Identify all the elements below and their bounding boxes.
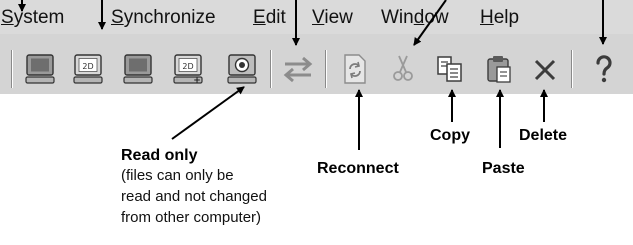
menu-window-pre: Win — [381, 7, 414, 28]
help-button[interactable] — [586, 51, 622, 87]
menu-synchronize[interactable]: Synchronize — [111, 8, 216, 27]
menu-view[interactable]: View — [312, 8, 353, 27]
menu-window-accel: d — [413, 7, 425, 28]
read-only-note-line: read and not changed — [121, 188, 267, 205]
svg-text:2D: 2D — [82, 62, 93, 71]
toolbar-grip[interactable] — [11, 50, 13, 88]
computer-icon — [123, 54, 153, 84]
menu-edit[interactable]: Edit — [253, 8, 286, 27]
menu-window[interactable]: Window — [381, 8, 449, 27]
paste-button[interactable] — [481, 51, 517, 87]
menu-help[interactable]: Help — [480, 8, 519, 27]
menu-synchronize-label: ynchronize — [123, 7, 216, 28]
svg-text:+: + — [193, 76, 201, 86]
menu-system-label: ystem — [13, 7, 65, 28]
svg-text:2D: 2D — [182, 62, 193, 71]
menu-system-accel: S — [1, 7, 14, 28]
computer-icon — [25, 54, 55, 84]
computer-button[interactable] — [22, 51, 58, 87]
menu-window-label: ow — [424, 7, 449, 28]
computer-2d-plus-icon: 2D + — [173, 54, 203, 86]
menu-edit-label: dit — [265, 7, 286, 28]
read-only-note-line: (files can only be — [121, 167, 234, 184]
arrow-read-only — [171, 86, 245, 140]
menu-help-accel: H — [480, 7, 494, 28]
menu-view-accel: V — [312, 7, 325, 28]
read-only-note-line: from other computer) — [121, 209, 262, 226]
paste-icon — [487, 56, 511, 83]
delete-label: Delete — [519, 127, 568, 144]
reconnect-button[interactable] — [336, 51, 372, 87]
menu-synchronize-accel: S — [111, 7, 124, 28]
help-icon — [596, 55, 612, 83]
toolbar-separator — [571, 50, 573, 88]
cut-icon — [393, 55, 413, 81]
menu-help-label: elp — [493, 7, 520, 28]
copy-label: Copy — [430, 127, 470, 144]
toolbar-separator — [270, 50, 272, 88]
delete-button[interactable] — [527, 51, 563, 87]
toolbar-separator — [325, 50, 327, 88]
cut-button[interactable] — [385, 51, 421, 87]
reconnect-label: Reconnect — [317, 160, 399, 177]
computer-2d-button[interactable]: 2D — [70, 51, 106, 87]
synchronize-button[interactable] — [280, 51, 316, 87]
synchronize-arrows-icon — [283, 56, 313, 83]
read-only-note: (files can only be read and not changed … — [121, 165, 267, 228]
computer-2d-plus-button[interactable]: 2D + — [170, 51, 206, 87]
menu-bar: System Synchronize Edit View Window Help — [0, 0, 633, 34]
copy-button[interactable] — [432, 51, 468, 87]
menu-view-label: iew — [324, 7, 353, 28]
read-only-button[interactable] — [224, 51, 260, 87]
menu-edit-accel: E — [253, 7, 266, 28]
read-only-label: Read only — [121, 147, 198, 164]
computer-2d-icon: 2D — [73, 54, 103, 84]
computer-button[interactable] — [120, 51, 156, 87]
menu-system[interactable]: System — [1, 8, 64, 27]
read-only-icon — [227, 54, 257, 84]
copy-icon — [437, 56, 462, 82]
paste-label: Paste — [482, 160, 525, 177]
reconnect-icon — [344, 54, 366, 84]
delete-icon — [534, 59, 556, 81]
